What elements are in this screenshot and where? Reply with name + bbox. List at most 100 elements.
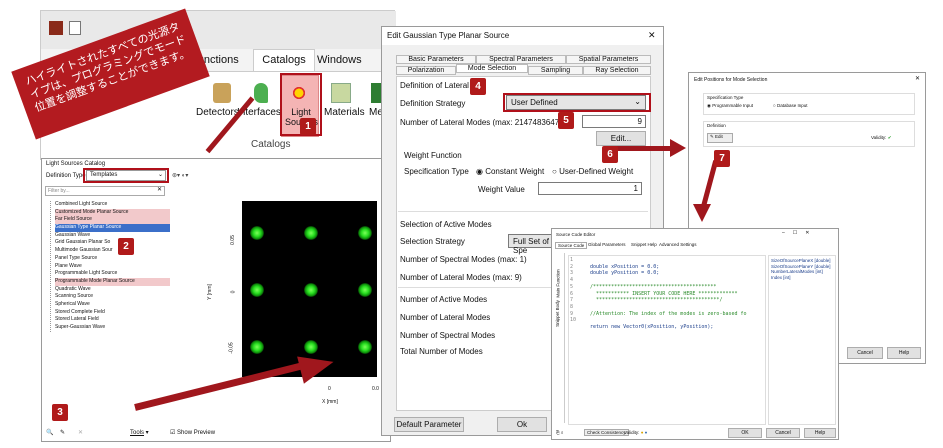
programmable-label: Programmable Input [712, 103, 753, 108]
interfaces-icon[interactable] [254, 83, 268, 103]
tab-global-parameters[interactable]: Global Parameters [588, 242, 626, 247]
tab-source-code[interactable]: Source Code [555, 242, 588, 249]
tab-snippet-help[interactable]: Snippet Help [631, 242, 657, 247]
search-icon[interactable]: 🔍 [46, 429, 53, 436]
mode-spot [358, 226, 372, 240]
default-parameter-button[interactable]: Default Parameter [394, 417, 464, 432]
list-item[interactable]: Far Field Source [55, 216, 170, 225]
detectors-icon[interactable] [213, 83, 231, 103]
user-weight-radio[interactable]: ○ User-Defined Weight [552, 167, 633, 176]
templates-highlight [83, 168, 169, 183]
editor-toolbar-icons[interactable]: ⎘ ⌕ [556, 430, 563, 435]
sel-strategy-label: Selection Strategy [400, 237, 465, 246]
delete-icon[interactable]: ✕ [78, 429, 83, 436]
weight-value-input[interactable]: 1 [538, 182, 642, 195]
positions-cancel-button[interactable]: Cancel [847, 347, 883, 359]
mode-spot [304, 226, 318, 240]
list-item[interactable]: Scanning Source [55, 293, 170, 301]
mode-spot [304, 283, 318, 297]
database-label: Database Input [776, 103, 808, 108]
x-tick: 0.0 [372, 386, 379, 392]
list-item[interactable]: Grid Gaussian Planar So [55, 239, 170, 247]
preview-plot [242, 201, 377, 377]
list-item[interactable]: Stored Complete Field [55, 309, 170, 317]
positions-edit-label: Edit [715, 134, 723, 139]
code-lines[interactable]: double xPosition = 0.0; double yPosition … [590, 257, 764, 344]
code-line: /***************************************… [590, 283, 717, 290]
programmable-radio[interactable]: ◉ Programmable Input [707, 103, 753, 109]
step-badge-6: 6 [602, 146, 618, 163]
user-weight-label: User-Defined Weight [559, 167, 634, 176]
materials-label[interactable]: Materials [324, 107, 365, 118]
mode-spot [358, 340, 372, 354]
spec-type-heading: Specification Type [707, 95, 744, 100]
list-item-selected[interactable]: Gaussian Type Planar Source [55, 224, 170, 232]
side-tab-main-function[interactable]: Main Function [556, 269, 561, 297]
code-line: *********** INSERT YOUR CODE HERE ******… [590, 290, 738, 297]
arrow-head [670, 139, 686, 157]
tab-mode-selection[interactable]: Mode Selection [456, 64, 528, 73]
positions-help-button[interactable]: Help [887, 347, 921, 359]
step-badge-5: 5 [558, 112, 574, 129]
list-item[interactable]: Programmable Light Source [55, 270, 170, 278]
list-item[interactable]: Programmable Mode Planar Source [55, 277, 170, 286]
list-item[interactable]: Customized Mode Planar Source [55, 208, 170, 217]
close-icon[interactable]: ✕ [648, 30, 656, 41]
list-item[interactable]: Super-Gaussian Wave [55, 324, 170, 332]
view-icons[interactable]: ⊛▾ ◐▾ [172, 172, 188, 179]
editor-ok-button[interactable]: OK [728, 428, 762, 438]
list-item[interactable]: Plane Wave [55, 263, 170, 271]
tab-catalogs[interactable]: Catalogs [253, 49, 315, 71]
tab-spectral-parameters[interactable]: Spectral Parameters [476, 55, 566, 64]
weight-value-label: Weight Value [478, 185, 525, 194]
param-item[interactable]: SizeOfSourcePlaneX [double] [771, 258, 833, 264]
window-controls[interactable]: –☐✕ [782, 230, 817, 236]
dialog-title: Edit Gaussian Type Planar Source [387, 31, 510, 40]
tab-ray-selection[interactable]: Ray Selection [583, 66, 651, 75]
side-tab-snippet-body[interactable]: Snippet Body [555, 300, 560, 327]
editor-cancel-button[interactable]: Cancel [766, 428, 800, 438]
list-item[interactable]: Stored Lateral Field [55, 316, 170, 324]
num-spectral-label: Number of Spectral Modes (max: 1) [400, 255, 527, 264]
num-modes-input[interactable]: 9 [582, 115, 646, 128]
new-file-icon[interactable] [69, 21, 81, 35]
materials-icon[interactable] [331, 83, 351, 103]
filter-input[interactable]: Filter by... [45, 186, 165, 196]
ok-button[interactable]: Ok [497, 417, 547, 432]
show-preview-checkbox[interactable]: ☑ Show Preview [170, 429, 215, 436]
list-item[interactable]: Quadratic Wave [55, 286, 170, 294]
edit-button[interactable]: Edit... [596, 131, 646, 146]
editor-help-button[interactable]: Help [804, 428, 836, 438]
tab-basic-parameters[interactable]: Basic Parameters [396, 55, 476, 64]
close-icon[interactable]: ✕ [915, 75, 920, 82]
x-tick: 0 [328, 386, 331, 392]
mode-spot [250, 340, 264, 354]
constant-weight-radio[interactable]: ◉ Constant Weight [476, 167, 544, 176]
tab-windows[interactable]: Windows [317, 54, 362, 66]
num-spec-label: Number of Spectral Modes [400, 331, 496, 340]
validity-label: Validity: [624, 430, 640, 435]
clear-filter-icon[interactable]: ✕ [157, 186, 162, 193]
positions-edit-button[interactable]: ✎ Edit [707, 133, 733, 143]
y-tick: 0.05 [229, 235, 236, 245]
code-line: //Attention: The index of the modes is z… [590, 310, 747, 317]
tab-polarization[interactable]: Polarization [396, 66, 456, 75]
list-item[interactable]: Multimode Gaussian Sour [55, 247, 170, 255]
list-item[interactable]: Combined Light Source [55, 201, 170, 209]
tools-button[interactable]: Tools ▾ [130, 429, 149, 436]
tab-advanced-settings[interactable]: Advanced Settings [659, 242, 697, 247]
light-sources-catalog: Light Sources Catalog Definition Type Te… [41, 158, 391, 442]
edit-icon[interactable]: ✎ [60, 429, 65, 436]
database-radio[interactable]: ○ Database Input [773, 103, 808, 108]
tab-sampling[interactable]: Sampling [528, 66, 583, 75]
editor-title: Source Code Editor [556, 232, 596, 237]
tab-spatial-parameters[interactable]: Spatial Parameters [566, 55, 651, 64]
list-item[interactable]: Spherical Wave [55, 301, 170, 309]
list-item[interactable]: Gaussian Wave [55, 232, 170, 240]
check-consistency-button[interactable]: Check Consistency [584, 429, 629, 436]
list-item[interactable]: Panel Type Source [55, 255, 170, 263]
step-badge-4: 4 [470, 78, 486, 95]
param-item[interactable]: Index [int] [771, 275, 833, 281]
code-line: return new Vector0(xPosition, yPosition)… [590, 323, 714, 330]
